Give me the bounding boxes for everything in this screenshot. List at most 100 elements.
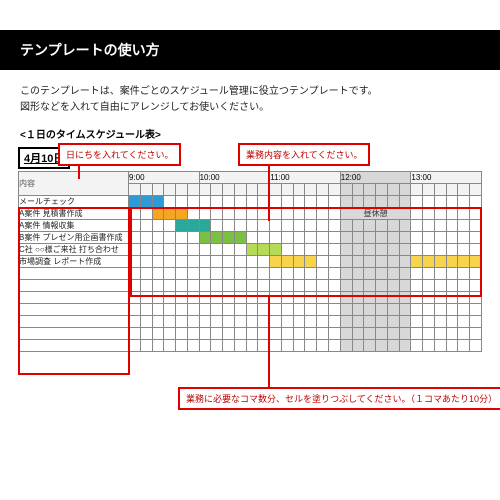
tick-header <box>140 184 152 196</box>
intro-text: このテンプレートは、案件ごとのスケジュール管理に役立つテンプレートです。 図形な… <box>0 70 500 126</box>
time-cell <box>246 244 258 256</box>
time-cell <box>281 244 293 256</box>
time-cell <box>187 316 199 328</box>
time-cell <box>340 268 352 280</box>
time-cell <box>270 292 282 304</box>
time-cell <box>129 316 141 328</box>
time-cell <box>411 220 423 232</box>
time-cell <box>187 196 199 208</box>
time-cell <box>434 304 446 316</box>
time-cell <box>434 268 446 280</box>
time-cell <box>234 256 246 268</box>
time-cell <box>258 220 270 232</box>
time-cell <box>305 244 317 256</box>
time-cell <box>152 220 164 232</box>
tick-header <box>164 184 176 196</box>
time-cell <box>140 328 152 340</box>
time-cell <box>434 340 446 352</box>
time-cell <box>305 220 317 232</box>
time-cell <box>305 328 317 340</box>
time-cell <box>199 280 211 292</box>
tick-header <box>234 184 246 196</box>
time-cell <box>317 232 329 244</box>
time-cell <box>305 196 317 208</box>
task-header: 内容 <box>19 172 129 196</box>
time-cell <box>411 304 423 316</box>
time-cell <box>176 292 188 304</box>
time-cell <box>293 292 305 304</box>
tick-header <box>434 184 446 196</box>
tick-header <box>364 184 376 196</box>
time-cell <box>458 340 470 352</box>
tick-header <box>305 184 317 196</box>
time-cell <box>399 304 411 316</box>
time-cell <box>293 340 305 352</box>
time-cell <box>340 220 352 232</box>
time-cell <box>470 304 482 316</box>
time-cell <box>423 316 435 328</box>
time-cell <box>376 232 388 244</box>
time-cell <box>364 280 376 292</box>
time-cell <box>281 304 293 316</box>
time-cell <box>470 328 482 340</box>
time-cell <box>164 220 176 232</box>
time-cell <box>270 256 282 268</box>
time-cell <box>387 328 399 340</box>
time-cell <box>352 268 364 280</box>
time-cell <box>446 316 458 328</box>
time-cell <box>176 328 188 340</box>
task-name-cell <box>19 292 129 304</box>
task-name-cell <box>19 328 129 340</box>
time-cell <box>140 304 152 316</box>
time-cell <box>434 292 446 304</box>
time-cell <box>129 196 141 208</box>
time-cell <box>246 304 258 316</box>
time-cell <box>305 268 317 280</box>
time-cell <box>317 196 329 208</box>
time-cell <box>176 340 188 352</box>
time-cell <box>187 220 199 232</box>
time-cell <box>270 280 282 292</box>
time-cell <box>411 340 423 352</box>
time-cell <box>129 292 141 304</box>
time-cell <box>317 340 329 352</box>
task-name-cell: A案件 情報収集 <box>19 220 129 232</box>
time-cell <box>411 268 423 280</box>
time-cell <box>187 232 199 244</box>
time-cell <box>129 244 141 256</box>
time-cell <box>329 304 341 316</box>
table-row: C社 ○○様ご来社 打ち合わせ <box>19 244 482 256</box>
time-cell <box>164 268 176 280</box>
time-cell <box>140 256 152 268</box>
tick-header <box>317 184 329 196</box>
time-cell <box>458 292 470 304</box>
time-cell <box>152 232 164 244</box>
time-cell <box>399 220 411 232</box>
time-cell <box>446 340 458 352</box>
time-cell <box>399 244 411 256</box>
time-cell <box>164 292 176 304</box>
tick-header <box>399 184 411 196</box>
time-cell <box>258 268 270 280</box>
intro-line: このテンプレートは、案件ごとのスケジュール管理に役立つテンプレートです。 <box>20 84 480 100</box>
time-cell <box>458 208 470 220</box>
time-cell <box>458 268 470 280</box>
time-cell <box>293 244 305 256</box>
time-cell <box>399 340 411 352</box>
task-name-cell <box>19 340 129 352</box>
time-cell <box>387 340 399 352</box>
time-cell <box>176 304 188 316</box>
time-cell <box>281 220 293 232</box>
time-cell <box>446 208 458 220</box>
time-cell <box>140 208 152 220</box>
time-cell <box>387 292 399 304</box>
tick-header <box>176 184 188 196</box>
time-cell <box>411 208 423 220</box>
tick-header <box>340 184 352 196</box>
time-cell <box>364 220 376 232</box>
time-cell <box>223 208 235 220</box>
time-cell <box>293 304 305 316</box>
time-cell <box>352 304 364 316</box>
time-cell <box>223 256 235 268</box>
time-cell <box>176 280 188 292</box>
